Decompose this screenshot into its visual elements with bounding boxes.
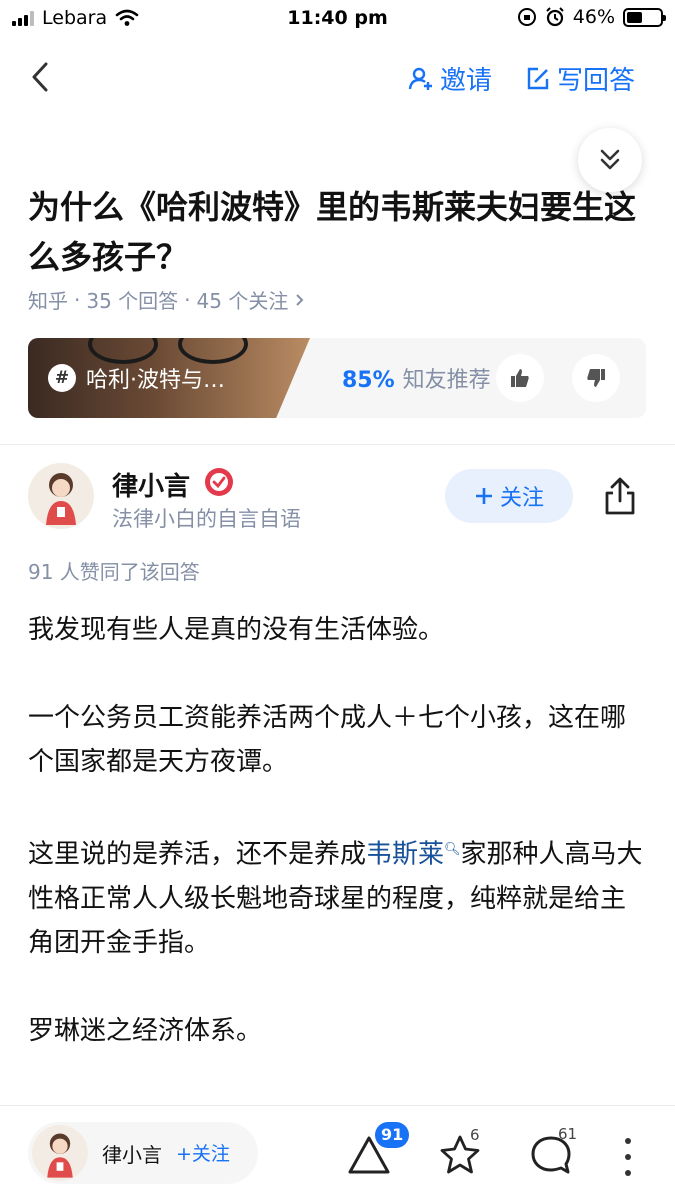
divider: [0, 444, 675, 445]
chevron-double-down-icon: [600, 149, 620, 170]
invite-button[interactable]: 邀请: [408, 60, 492, 97]
not-recommend-button[interactable]: [572, 354, 620, 402]
question-meta[interactable]: 知乎 · 35 个回答 · 45 个关注: [28, 285, 306, 314]
keyword-link[interactable]: 韦斯莱: [366, 840, 444, 870]
author-avatar[interactable]: [28, 463, 94, 529]
author-name[interactable]: 律小言: [112, 466, 190, 503]
bottom-divider: [0, 1105, 675, 1106]
follow-button[interactable]: 关注: [445, 469, 573, 523]
thumbs-up-icon: [511, 369, 529, 387]
edit-icon: [527, 67, 549, 89]
comment-count: 61: [558, 1125, 578, 1143]
topic-card[interactable]: # 哈利·波特与… 85% 知友推荐: [28, 338, 646, 418]
question-title[interactable]: 为什么《哈利波特》里的韦斯莱夫妇要生这么多孩子？: [28, 182, 638, 282]
author-bio: 法律小白的自言自语: [112, 507, 301, 531]
nav-bar: 邀请 写回答: [0, 50, 675, 106]
write-answer-button[interactable]: 写回答: [525, 60, 635, 97]
answer-content: 我发现有些人是真的没有生活体验。 一个公务员工资能养活两个成人＋七个小孩，这在哪…: [28, 608, 648, 1097]
upvote-count: 91: [375, 1122, 410, 1148]
answer-paragraph: 罗琳迷之经济体系。: [28, 1015, 263, 1046]
write-answer-label: 写回答: [557, 66, 636, 96]
orientation-lock-icon: [517, 8, 536, 26]
likes-summary: 91 人赞同了该回答: [28, 560, 200, 584]
answer-paragraph: 我发现有些人是真的没有生活体验。: [28, 615, 445, 645]
topic-tag[interactable]: # 哈利·波特与…: [48, 362, 225, 394]
search-icon[interactable]: 🔍︎: [444, 842, 461, 857]
favorite-count: 6: [470, 1126, 480, 1144]
recommend-percent: 85%: [342, 368, 395, 393]
battery-icon: [623, 7, 666, 27]
recommend-rate: 85% 知友推荐: [342, 362, 491, 394]
bottom-author-pill[interactable]: 律小言 +关注: [28, 1122, 258, 1184]
topic-name: 哈利·波特与…: [86, 368, 225, 393]
answers-count: 35 个回答: [86, 289, 179, 313]
follow-label: 关注: [499, 486, 544, 511]
verified-icon: [205, 468, 233, 496]
chevron-right-icon: [296, 293, 304, 306]
recommend-button[interactable]: [496, 354, 544, 402]
status-bar: Lebara 11:40 pm 46%: [0, 0, 675, 38]
answer-paragraph: 一个公务员工资能养活两个成人＋七个小孩，这在哪个国家都是天方夜谭。: [28, 703, 627, 777]
plus-icon: [475, 488, 492, 504]
question-source: 知乎: [28, 289, 68, 313]
share-icon[interactable]: [602, 476, 638, 516]
invite-user-icon: [408, 67, 432, 90]
invite-label: 邀请: [440, 66, 493, 96]
back-arrow-icon[interactable]: [26, 60, 56, 94]
followers-count: 45 个关注: [196, 289, 289, 313]
thumbs-down-icon: [587, 369, 605, 387]
recommend-label: 知友推荐: [402, 368, 491, 393]
battery-percent: 46%: [572, 6, 615, 28]
answer-paragraph: 这里说的是养活，还不是养成韦斯莱🔍︎家那种人高马大性格正常人人级长魁地奇球星的程…: [28, 839, 643, 958]
alarm-icon: [546, 7, 564, 27]
bottom-follow-button[interactable]: +关注: [176, 1139, 230, 1166]
more-icon[interactable]: [620, 1138, 636, 1176]
hash-icon: #: [48, 364, 76, 392]
bottom-author-name: 律小言: [102, 1143, 162, 1167]
bottom-author-avatar: [32, 1125, 88, 1181]
